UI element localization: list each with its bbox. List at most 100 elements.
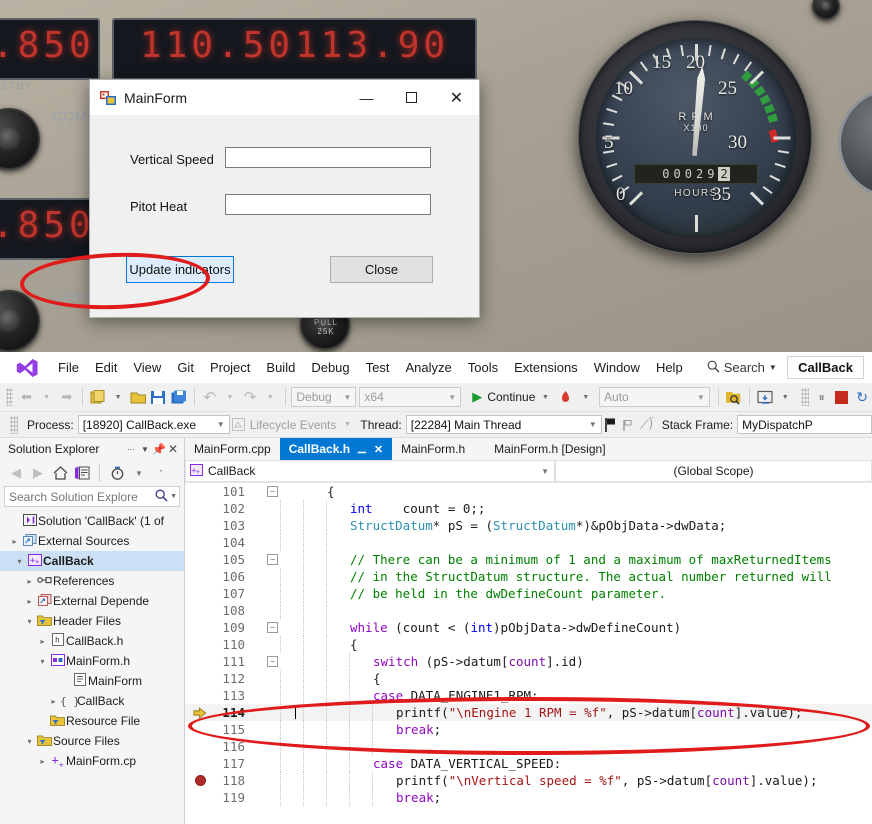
menu-tools[interactable]: Tools [460,352,506,383]
tree-item-mainform-class[interactable]: MainForm [0,671,184,691]
undo-icon[interactable]: ↶ [200,386,220,408]
close-icon[interactable]: ✕ [374,443,383,456]
code-line[interactable]: 115 break; [185,721,872,738]
expander-expanded[interactable]: ▾ [23,617,36,626]
chevron-down-icon[interactable]: ▼ [697,393,705,402]
chevron-down-icon[interactable]: ▼ [217,420,225,429]
tree-item-resource-files[interactable]: Resource File [0,711,184,731]
menu-file[interactable]: File [50,352,87,383]
search-box[interactable]: Search ▼ [707,360,777,376]
pending-changes-icon[interactable] [72,463,92,483]
menu-test[interactable]: Test [358,352,398,383]
expander-collapsed[interactable]: ▸ [23,577,36,586]
expander-collapsed[interactable]: ▸ [36,757,49,766]
menu-analyze[interactable]: Analyze [397,352,459,383]
close-dialog-button[interactable]: Close [330,256,433,283]
expander-expanded[interactable]: ▾ [36,657,49,666]
flag-small-icon[interactable] [620,414,638,436]
execution-pointer-icon[interactable] [185,704,215,721]
code-line[interactable]: 116 [185,738,872,755]
code-line[interactable]: 103 StructDatum* pS = (StructDatum*)&pOb… [185,517,872,534]
overflow-icon[interactable]: ⋯ [124,445,138,454]
arrow-forward-icon[interactable]: ▶ [28,463,48,483]
fold-toggle[interactable]: − [267,622,278,633]
tree-item-callback-project[interactable]: ▾ ++ CallBack [0,551,184,571]
update-indicators-button[interactable]: Update indicators [126,256,234,283]
open-folder-icon[interactable] [128,386,148,408]
tree-item-source-files[interactable]: ▾ Source Files [0,731,184,751]
chevron-down-icon[interactable]: ▼ [129,463,149,483]
code-line[interactable]: 113 case DATA_ENGINE1_RPM: [185,687,872,704]
chevron-down-icon[interactable]: ▼ [108,386,128,408]
flag-icon[interactable] [602,414,620,436]
menu-git[interactable]: Git [169,352,202,383]
tree-item-mainform-h[interactable]: ▾ MainForm.h [0,651,184,671]
chevron-down-icon[interactable]: ▼ [37,386,57,408]
redo-icon[interactable]: ↷ [240,386,260,408]
close-icon[interactable]: ✕ [166,442,180,456]
menu-window[interactable]: Window [586,352,648,383]
fold-toggle[interactable]: − [267,656,278,667]
minimize-button[interactable]: — [344,80,389,115]
new-item-icon[interactable] [88,386,108,408]
pin-icon[interactable]: 📌 [152,443,166,456]
arrow-back-icon[interactable]: ⬅ [16,386,36,408]
tree-item-callback-h[interactable]: ▸ h CallBack.h [0,631,184,651]
bookmark-icon[interactable]: ⟋⟌ [638,414,656,436]
platform-combo[interactable]: x64 ▼ [359,387,461,407]
save-all-icon[interactable] [169,386,189,408]
arrow-back-icon[interactable]: ◀ [6,463,26,483]
code-line[interactable]: 112 { [185,670,872,687]
pin-icon[interactable]: ⚊ [357,443,367,456]
active-project-chip[interactable]: CallBack [787,356,864,379]
code-line-breakpoint[interactable]: 118 printf("\nVertical speed = %f", pS->… [185,772,872,789]
tab-callback-h[interactable]: CallBack.h ⚊ ✕ [280,438,392,460]
fold-toggle[interactable]: − [267,486,278,497]
code-line-current[interactable]: 114 printf("\nEngine 1 RPM = %f", pS->da… [185,704,872,721]
stop-square-icon[interactable] [832,386,852,408]
code-line[interactable]: 111 − switch (pS->datum[count].id) [185,653,872,670]
thread-combo[interactable]: [22284] Main Thread ▼ [406,415,602,434]
stack-frame-combo[interactable]: MyDispatchP [737,415,872,434]
member-scope-combo[interactable]: (Global Scope) [555,460,872,482]
tab-mainform-h[interactable]: MainForm.h [392,438,474,460]
process-combo[interactable]: [18920] CallBack.exe ▼ [78,415,230,434]
close-button[interactable]: ✕ [434,80,479,115]
maximize-button[interactable] [389,80,434,115]
code-line[interactable]: 102 int count = 0;; [185,500,872,517]
code-line[interactable]: 110 { [185,636,872,653]
expander-collapsed[interactable]: ▸ [36,637,49,646]
code-line[interactable]: 105 − // There can be a minimum of 1 and… [185,551,872,568]
chevron-down-icon[interactable]: ▼ [170,493,177,500]
continue-label[interactable]: Continue [487,390,535,404]
magnifier-icon[interactable] [155,489,168,505]
breakpoint-icon[interactable] [185,772,215,789]
code-line[interactable]: 107 // be held in the dwDefineCount para… [185,585,872,602]
save-icon[interactable] [148,386,168,408]
chevron-down-icon[interactable]: ▼ [775,386,795,408]
menu-build[interactable]: Build [258,352,303,383]
hot-reload-icon[interactable] [556,386,576,408]
more-icon[interactable]: ” [151,463,171,483]
toolbar-grip[interactable] [10,416,18,434]
toolbar-grip[interactable] [801,388,808,406]
chevron-down-icon[interactable]: ▼ [340,414,354,436]
step-into-icon[interactable] [755,386,775,408]
search-solution-explorer-input[interactable]: Search Solution Explore ▼ [4,486,180,507]
tree-item-callback-namespace[interactable]: ▸ { } CallBack [0,691,184,711]
tab-mainform-cpp[interactable]: MainForm.cpp [185,438,280,460]
pitot-heat-input[interactable] [225,194,431,215]
chevron-down-icon[interactable]: ▼ [260,386,280,408]
tree-item-external-sources[interactable]: ▸ External Sources [0,531,184,551]
menu-help[interactable]: Help [648,352,691,383]
code-line[interactable]: 108 [185,602,872,619]
menu-extensions[interactable]: Extensions [506,352,586,383]
chevron-down-icon[interactable]: ▼ [343,393,351,402]
code-line[interactable]: 101 − { [185,483,872,500]
mainform-dialog-window[interactable]: MainForm — ✕ Vertical Speed Pitot Heat U… [89,79,480,318]
tab-mainform-h-design[interactable]: MainForm.h [Design] [474,438,614,460]
chevron-down-icon[interactable]: ▼ [138,445,152,454]
fold-toggle[interactable]: − [267,554,278,565]
expander-collapsed[interactable]: ▸ [47,697,60,706]
expander-expanded[interactable]: ▾ [13,557,26,566]
